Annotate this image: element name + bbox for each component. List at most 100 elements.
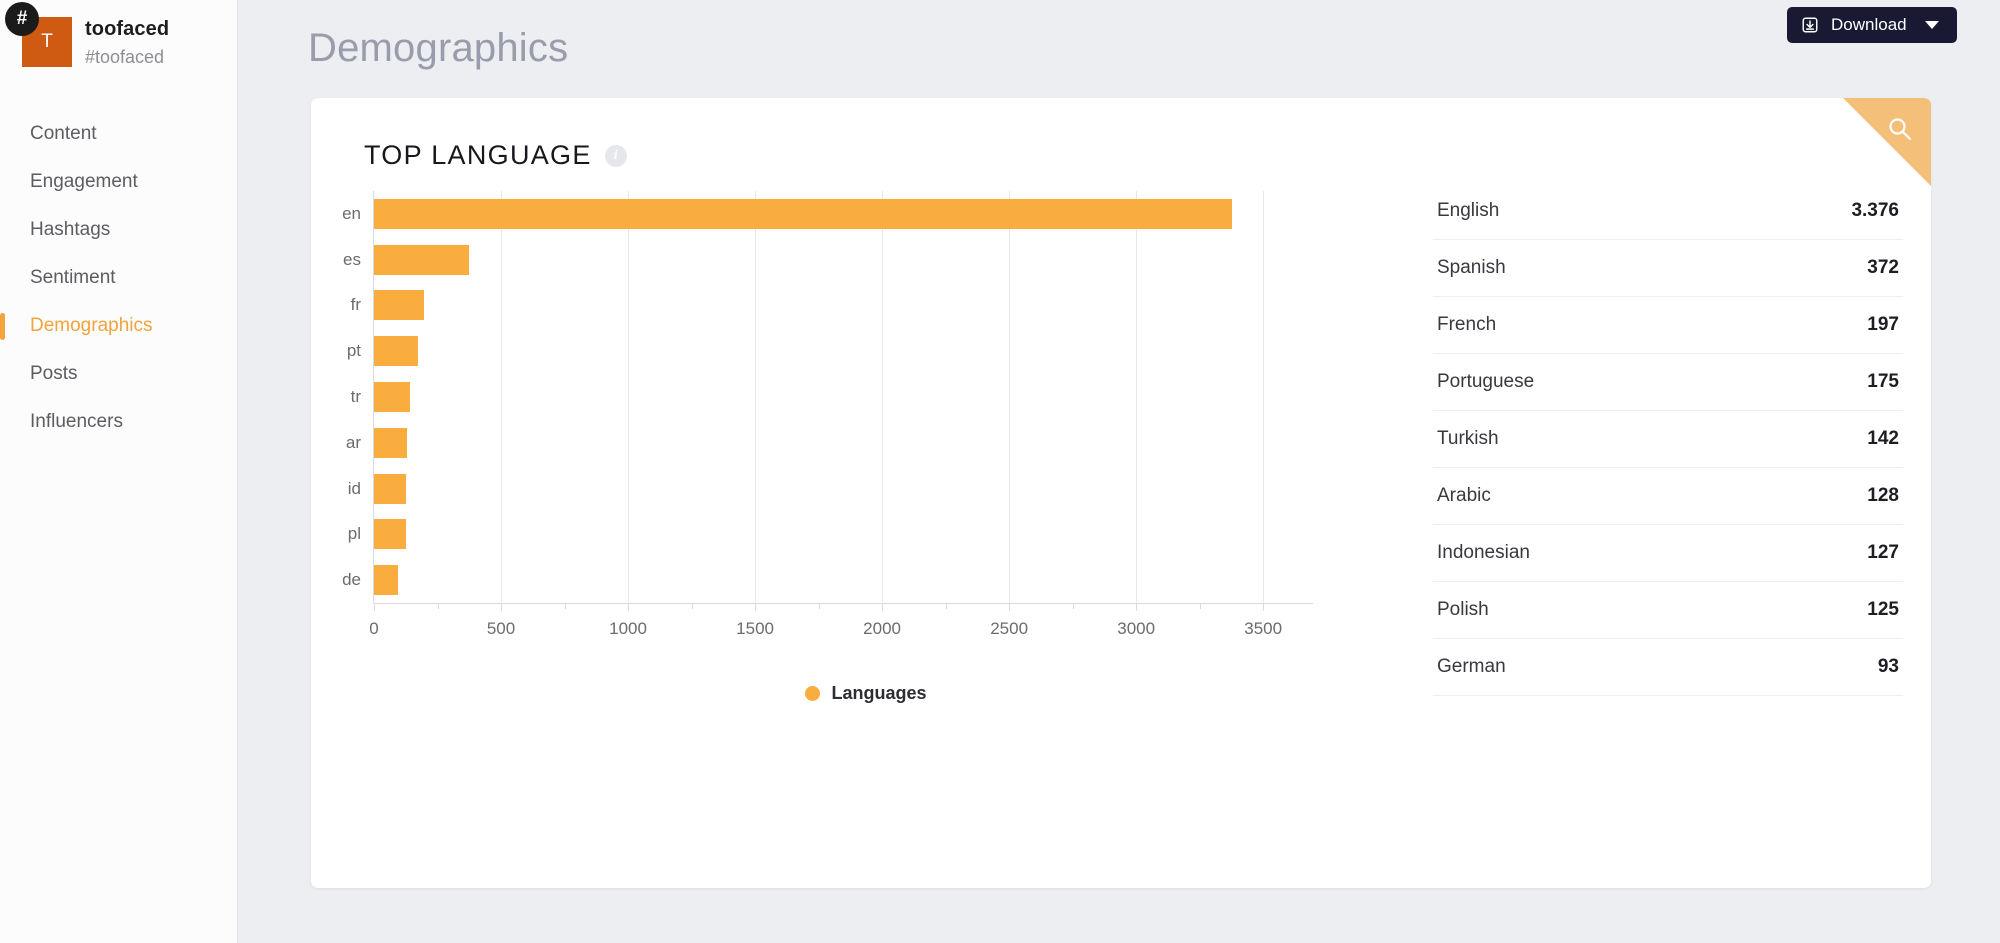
sidebar-item-label: Engagement — [30, 171, 138, 192]
account-name: toofaced — [85, 18, 170, 40]
chart-category-label: en — [342, 203, 361, 223]
chart-category-label: id — [347, 478, 361, 498]
card-title: TOP LANGUAGE — [364, 140, 592, 170]
sidebar-item-content[interactable]: Content — [0, 110, 237, 158]
chart-legend: Languages — [311, 683, 1421, 704]
table-row[interactable]: Spanish 372 — [1433, 240, 1903, 297]
language-name: Portuguese — [1437, 371, 1535, 392]
chart-x-tick — [1009, 603, 1011, 611]
language-name: German — [1437, 656, 1506, 677]
chart-plot-area: 0 500 1000 1500 2000 2500 3000 3500 — [369, 191, 1313, 638]
table-row[interactable]: Turkish 142 — [1433, 411, 1903, 468]
chart-category-label: ar — [345, 432, 361, 452]
chart-bar[interactable] — [374, 382, 411, 412]
legend-label: Languages — [831, 683, 927, 703]
top-language-card: TOP LANGUAGE i en es fr pt tr ar id pl de 0 500 10… — [311, 98, 1931, 888]
bar-chart: en es fr pt tr ar id pl de 0 500 1000 1500 2000 2500 3… — [311, 191, 1421, 761]
search-icon — [1887, 116, 1913, 142]
table-row[interactable]: Indonesian 127 — [1433, 525, 1903, 582]
chart-bar[interactable] — [374, 244, 469, 275]
chart-x-minor-tick — [945, 603, 947, 609]
chart-category-label: pl — [347, 524, 361, 544]
language-name: French — [1437, 314, 1497, 335]
language-name: Spanish — [1437, 257, 1506, 278]
language-value: 127 — [1867, 542, 1899, 563]
sidebar-item-influencers[interactable]: Influencers — [0, 398, 237, 446]
language-value: 128 — [1867, 485, 1899, 506]
chart-x-tick — [501, 603, 503, 611]
chart-x-tick-label: 500 — [486, 619, 516, 638]
chart-x-tick — [882, 603, 884, 611]
chart-category-label: fr — [350, 295, 361, 315]
legend-color-swatch — [805, 686, 821, 701]
chart-x-tick — [374, 603, 375, 611]
table-row[interactable]: French 197 — [1433, 297, 1903, 354]
table-row[interactable]: Portuguese 175 — [1433, 354, 1903, 411]
download-icon — [1801, 16, 1819, 34]
sidebar-item-label: Influencers — [30, 411, 123, 432]
chart-x-tick — [1136, 603, 1138, 611]
chart-x-tick-label: 3000 — [1117, 619, 1156, 638]
chart-bar[interactable] — [374, 565, 398, 596]
info-icon[interactable]: i — [604, 144, 627, 167]
sidebar-item-engagement[interactable]: Engagement — [0, 158, 237, 206]
chart-bar[interactable] — [374, 427, 407, 458]
sidebar-item-label: Demographics — [30, 315, 153, 336]
sidebar-item-sentiment[interactable]: Sentiment — [0, 254, 237, 302]
chart-x-minor-tick — [691, 603, 693, 609]
language-value: 197 — [1867, 314, 1899, 335]
language-value: 142 — [1867, 428, 1899, 449]
chart-gridline — [1136, 191, 1138, 603]
chart-category-axis: en es fr pt tr ar id pl de — [311, 191, 361, 603]
hashtag-icon: # — [5, 2, 39, 36]
sidebar-item-hashtags[interactable]: Hashtags — [0, 206, 237, 254]
chart-category-label: pt — [346, 341, 361, 361]
chart-bar[interactable] — [374, 519, 406, 550]
chart-x-tick-label: 1000 — [609, 619, 647, 638]
chart-x-tick-label: 0 — [369, 619, 379, 638]
page-title: Demographics — [308, 26, 569, 70]
chart-x-tick-label: 2000 — [863, 619, 902, 638]
table-row[interactable]: Polish 125 — [1433, 582, 1903, 639]
card-search-button[interactable] — [1843, 98, 1931, 186]
chart-category-label: tr — [350, 387, 361, 406]
sidebar-item-label: Posts — [30, 363, 78, 384]
chart-gridline — [1263, 191, 1265, 603]
table-row[interactable]: English 3.376 — [1433, 183, 1903, 240]
app-root: # T toofaced #toofaced Content Engagemen… — [0, 0, 2000, 943]
sidebar-nav: Content Engagement Hashtags Sentiment De… — [0, 110, 237, 446]
chart-category-label: de — [342, 570, 361, 590]
download-button[interactable]: Download — [1787, 7, 1957, 43]
chart-x-axis — [374, 603, 1313, 604]
language-name: Indonesian — [1437, 542, 1530, 563]
chart-x-tick-label: 2500 — [990, 619, 1029, 638]
table-row[interactable]: German 93 — [1433, 639, 1903, 696]
sidebar: # T toofaced #toofaced Content Engagemen… — [0, 0, 238, 943]
sidebar-item-label: Content — [30, 123, 97, 144]
language-name: Polish — [1437, 599, 1489, 620]
chart-bar[interactable] — [374, 336, 419, 367]
chart-bar[interactable] — [374, 473, 407, 504]
top-bar: Demographics Download — [238, 0, 2000, 100]
sidebar-item-demographics[interactable]: Demographics — [0, 302, 237, 350]
chart-x-tick — [755, 603, 757, 611]
sidebar-item-label: Sentiment — [30, 267, 116, 288]
chart-gridline — [501, 191, 503, 603]
language-name: Arabic — [1437, 485, 1491, 506]
sidebar-item-posts[interactable]: Posts — [0, 350, 237, 398]
chart-x-tick — [1263, 603, 1265, 611]
card-header: TOP LANGUAGE i — [311, 98, 1931, 171]
chart-bar[interactable] — [374, 198, 1232, 229]
brand-text: toofaced #toofaced — [85, 18, 169, 68]
chart-x-minor-tick — [818, 603, 820, 609]
chart-gridline — [755, 191, 757, 603]
main-content: Demographics Download TOP LANGUAGE i en … — [238, 0, 2000, 943]
chart-category-label: es — [343, 249, 361, 269]
download-button-label: Download — [1831, 15, 1907, 34]
brand-header: # T toofaced #toofaced — [0, 0, 237, 96]
chevron-down-icon — [1924, 21, 1939, 29]
language-value: 93 — [1877, 656, 1899, 677]
chart-x-minor-tick — [564, 603, 566, 609]
table-row[interactable]: Arabic 128 — [1433, 468, 1903, 525]
chart-bar[interactable] — [374, 290, 425, 321]
